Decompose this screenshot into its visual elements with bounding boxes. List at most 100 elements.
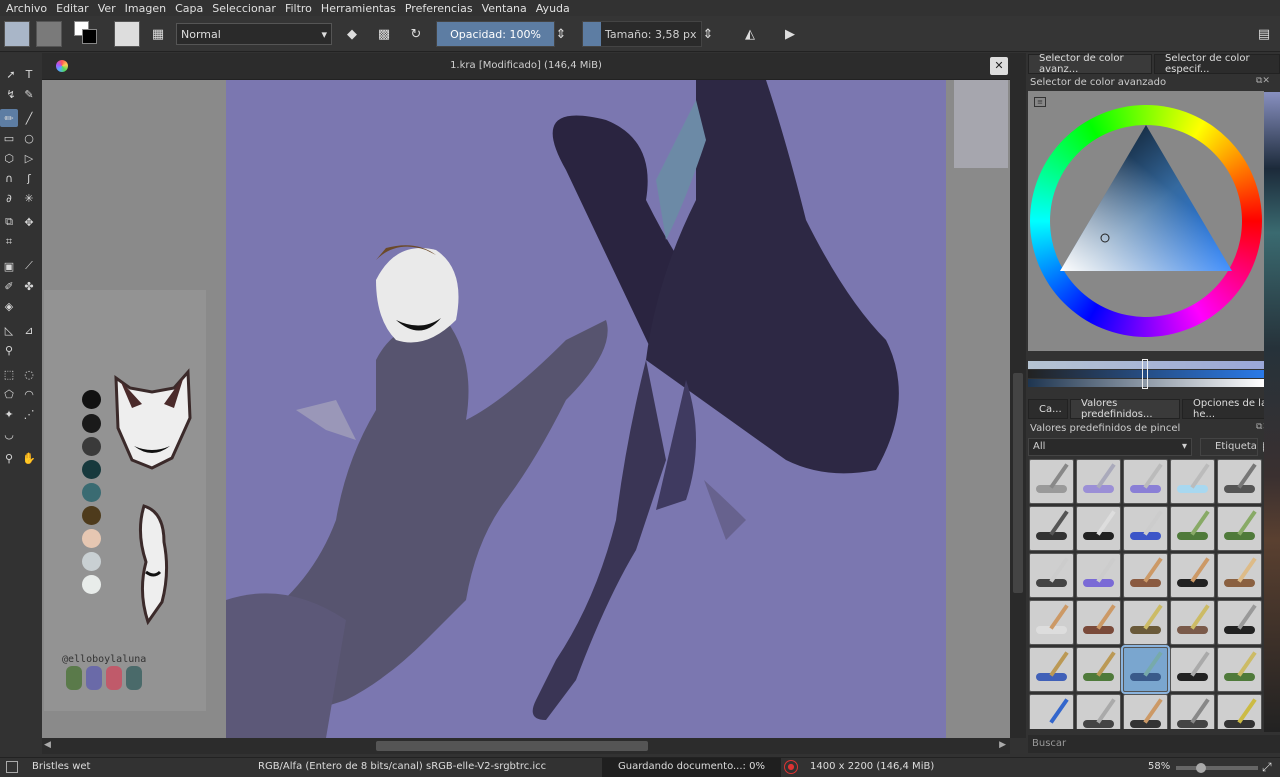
brush-preset-tile[interactable] bbox=[1123, 600, 1168, 645]
scroll-left-icon[interactable]: ◀ bbox=[44, 740, 51, 750]
polygon-tool-icon[interactable]: ⬡ bbox=[0, 149, 18, 167]
colorize-mask-icon[interactable]: ✐ bbox=[0, 277, 18, 295]
brush-preset-tile[interactable] bbox=[1217, 647, 1262, 692]
brush-preset-tile[interactable] bbox=[1076, 553, 1121, 598]
similar-select-icon[interactable]: ⋰ bbox=[20, 405, 38, 423]
brush-preset-tile[interactable] bbox=[1029, 694, 1074, 729]
brush-preset-tile[interactable] bbox=[1121, 645, 1170, 694]
rect-select-icon[interactable]: ⬚ bbox=[0, 365, 18, 383]
mirror-vertical-icon[interactable]: ▶ bbox=[778, 22, 802, 46]
brush-preset-tile[interactable] bbox=[1217, 600, 1262, 645]
panel-toggle-icon[interactable]: ▤ bbox=[1252, 22, 1276, 46]
horizontal-scrollbar[interactable]: ◀ ▶ bbox=[42, 738, 1010, 754]
menu-ventana[interactable]: Ventana bbox=[482, 2, 527, 15]
contiguous-select-icon[interactable]: ✦ bbox=[0, 405, 18, 423]
brush-preset-tile[interactable] bbox=[1076, 459, 1121, 504]
scrollbar-thumb[interactable] bbox=[1013, 373, 1023, 593]
brush-preset-tile[interactable] bbox=[1217, 506, 1262, 551]
bezier-tool-icon[interactable]: ∩ bbox=[0, 169, 18, 187]
blend-mode-select[interactable]: Normal ▾ bbox=[176, 23, 332, 45]
brush-preset-tile[interactable] bbox=[1123, 553, 1168, 598]
size-slider[interactable]: Tamaño: 3,58 px bbox=[582, 21, 702, 47]
menu-preferencias[interactable]: Preferencias bbox=[405, 2, 473, 15]
eraser-mode-icon[interactable]: ◆ bbox=[340, 22, 364, 46]
dynamic-brush-icon[interactable]: ∂ bbox=[0, 189, 18, 207]
text-tool-icon[interactable]: T bbox=[20, 65, 38, 83]
freehand-path-icon[interactable]: ʃ bbox=[20, 169, 38, 187]
rectangle-tool-icon[interactable]: ▭ bbox=[0, 129, 18, 147]
tab-brush-presets[interactable]: Valores predefinidos... bbox=[1070, 398, 1180, 420]
brush-preset-tile[interactable] bbox=[1217, 694, 1262, 729]
saturation-triangle[interactable] bbox=[1030, 105, 1262, 337]
polygon-select-icon[interactable]: ⬠ bbox=[0, 385, 18, 403]
move-tool-icon[interactable]: ✥ bbox=[20, 213, 38, 231]
brush-search-field[interactable]: Buscar bbox=[1028, 735, 1280, 753]
menu-archivo[interactable]: Archivo bbox=[6, 2, 47, 15]
canvas-area[interactable]: @elloboylaluna bbox=[42, 80, 1010, 738]
pattern-swatch-button[interactable] bbox=[4, 21, 30, 47]
menu-filtro[interactable]: Filtro bbox=[285, 2, 312, 15]
smart-patch-icon[interactable]: ✤ bbox=[20, 277, 38, 295]
opacity-spin-icon[interactable]: ⇕ bbox=[555, 22, 567, 46]
zoom-tool-icon[interactable]: ⚲ bbox=[0, 449, 18, 467]
brush-preset-tile[interactable] bbox=[1123, 694, 1168, 729]
brush-preset-tile[interactable] bbox=[1123, 459, 1168, 504]
menu-editar[interactable]: Editar bbox=[56, 2, 89, 15]
reference-tool-icon[interactable]: ⚲ bbox=[0, 341, 18, 359]
brush-preset-tile[interactable] bbox=[1029, 553, 1074, 598]
close-document-icon[interactable]: ✕ bbox=[990, 57, 1008, 75]
menu-ver[interactable]: Ver bbox=[98, 2, 116, 15]
scrollbar-thumb[interactable] bbox=[376, 741, 648, 751]
brush-preset-tile[interactable] bbox=[1170, 459, 1215, 504]
menu-herramientas[interactable]: Herramientas bbox=[321, 2, 396, 15]
freehand-select-icon[interactable]: ◠ bbox=[20, 385, 38, 403]
brush-preset-tile[interactable] bbox=[1170, 600, 1215, 645]
preserve-alpha-icon[interactable]: ▩ bbox=[372, 22, 396, 46]
menu-imagen[interactable]: Imagen bbox=[125, 2, 166, 15]
line-tool-icon[interactable]: ╱ bbox=[20, 109, 38, 127]
brush-preset-tile[interactable] bbox=[1076, 506, 1121, 551]
fullscreen-icon[interactable]: ⤢ bbox=[1262, 760, 1272, 775]
menu-seleccionar[interactable]: Seleccionar bbox=[212, 2, 276, 15]
ellipse-tool-icon[interactable]: ○ bbox=[20, 129, 38, 147]
tab-ca[interactable]: Ca... bbox=[1028, 399, 1068, 419]
brush-preset-button[interactable] bbox=[114, 21, 140, 47]
assistant-tool-icon[interactable]: ◺ bbox=[0, 321, 18, 339]
calligraphy-icon[interactable]: ✎ bbox=[20, 85, 38, 103]
painting-canvas[interactable] bbox=[226, 80, 946, 738]
tab-advanced-color-selector[interactable]: Selector de color avanz... bbox=[1028, 53, 1152, 75]
brush-preset-tile[interactable] bbox=[1029, 600, 1074, 645]
brush-preset-tile[interactable] bbox=[1029, 647, 1074, 692]
brush-preset-tile[interactable] bbox=[1217, 553, 1262, 598]
color-picker-icon[interactable]: ⟋ bbox=[20, 257, 38, 275]
brush-filter-select[interactable]: All ▾ bbox=[1028, 438, 1192, 456]
brush-preset-tile[interactable] bbox=[1123, 506, 1168, 551]
menu-capa[interactable]: Capa bbox=[175, 2, 203, 15]
ellipse-select-icon[interactable]: ◌ bbox=[20, 365, 38, 383]
vertical-scrollbar[interactable] bbox=[1010, 53, 1026, 738]
bezier-select-icon[interactable]: ◡ bbox=[0, 425, 18, 443]
brush-preset-tile[interactable] bbox=[1170, 506, 1215, 551]
float-panel-icon[interactable]: ⧉✕ bbox=[1256, 76, 1270, 86]
brush-preset-tile[interactable] bbox=[1170, 553, 1215, 598]
gradient-tool-icon[interactable]: ▣ bbox=[0, 257, 18, 275]
brush-preset-tile[interactable] bbox=[1029, 459, 1074, 504]
brush-preset-tile[interactable] bbox=[1029, 506, 1074, 551]
fill-tool-icon[interactable]: ◈ bbox=[0, 297, 18, 315]
reload-preset-icon[interactable]: ↻ bbox=[404, 22, 428, 46]
mirror-horizontal-icon[interactable]: ◭ bbox=[738, 22, 762, 46]
gradient-swatch-button[interactable] bbox=[36, 21, 62, 47]
brush-preset-tile[interactable] bbox=[1170, 694, 1215, 729]
brush-preset-tile[interactable] bbox=[1076, 647, 1121, 692]
brush-preset-tile[interactable] bbox=[1076, 600, 1121, 645]
transform-tool-icon[interactable]: ⧉ bbox=[0, 213, 18, 231]
brush-preset-tile[interactable] bbox=[1170, 647, 1215, 692]
size-spin-icon[interactable]: ⇕ bbox=[702, 22, 714, 46]
tab-specific-color-selector[interactable]: Selector de color especif... bbox=[1154, 53, 1280, 75]
zoom-slider[interactable] bbox=[1176, 763, 1258, 773]
slider-handle[interactable] bbox=[1142, 359, 1148, 389]
opacity-slider[interactable]: Opacidad: 100% bbox=[436, 21, 555, 47]
select-shapes-icon[interactable]: ➚ bbox=[2, 65, 20, 83]
color-selector-area[interactable]: ≡ bbox=[1028, 91, 1264, 351]
pan-tool-icon[interactable]: ✋ bbox=[20, 449, 38, 467]
